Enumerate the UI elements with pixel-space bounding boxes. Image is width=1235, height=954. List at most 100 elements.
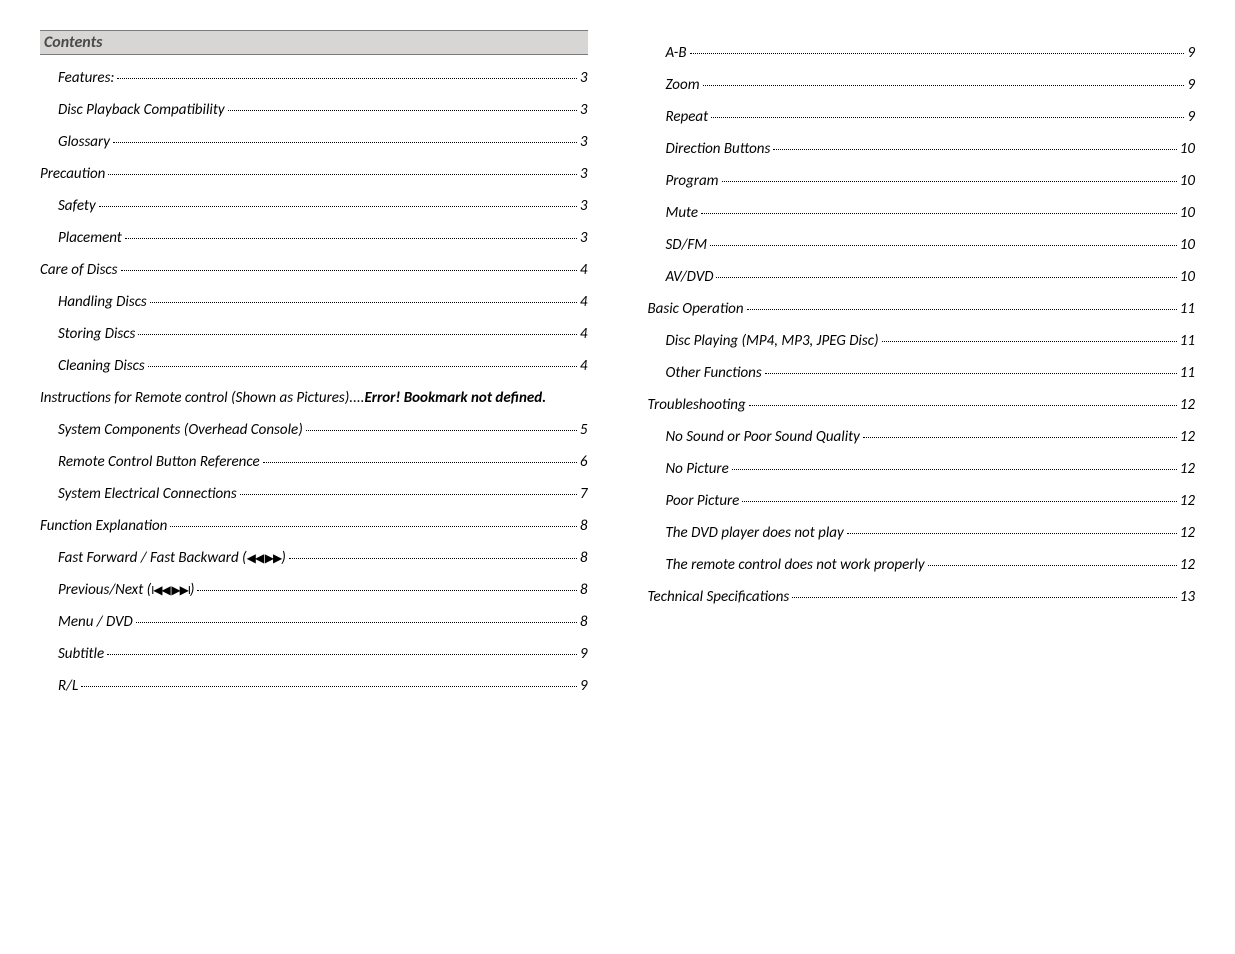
toc-title: Placement: [58, 229, 122, 247]
toc-title: Function Explanation: [40, 517, 167, 535]
toc-entry: Zoom 9: [666, 76, 1196, 94]
toc-title: Menu / DVD: [58, 613, 133, 631]
toc-leader: [148, 366, 577, 367]
toc-entry: Technical Specifications 13: [648, 588, 1196, 606]
toc-page-number: 3: [580, 133, 588, 151]
toc-entry: Menu / DVD 8: [58, 613, 588, 631]
toc-title: Subtitle: [58, 645, 104, 663]
toc-title: Mute: [666, 204, 699, 222]
toc-page-number: 9: [1187, 44, 1195, 62]
toc-entry: Basic Operation 11: [648, 300, 1196, 318]
toc-entry: Repeat 9: [666, 108, 1196, 126]
toc-title: Features:: [58, 69, 114, 87]
toc-leader: [125, 238, 577, 239]
toc-leader: [228, 110, 577, 111]
toc-title: Disc Playing (MP4, MP3, JPEG Disc): [666, 332, 879, 350]
toc-page-number: 9: [580, 645, 588, 663]
toc-title: Technical Specifications: [648, 588, 790, 606]
media-icons: ◀◀ ▶▶: [247, 551, 282, 566]
toc-title: Previous/Next (: [58, 581, 151, 599]
toc-title: A-B: [666, 44, 687, 62]
toc-title: Cleaning Discs: [58, 357, 145, 375]
toc-leader: [747, 309, 1177, 310]
toc-page-number: 12: [1180, 460, 1195, 478]
toc-entry: Glossary 3: [58, 133, 588, 151]
toc-entry: A-B 9: [666, 44, 1196, 62]
toc-entry: Previous/Next (I◀◀ ▶▶I) 8: [58, 581, 588, 599]
toc-entry: Handling Discs 4: [58, 293, 588, 311]
toc-title: Precaution: [40, 165, 105, 183]
toc-entry: System Components (Overhead Console) 5: [58, 421, 588, 439]
toc-title: Handling Discs: [58, 293, 147, 311]
toc-leader: [882, 341, 1177, 342]
toc-leader: [710, 245, 1177, 246]
toc-leader: [150, 302, 577, 303]
toc-title: Zoom: [666, 76, 700, 94]
toc-leader: [749, 405, 1177, 406]
toc-title: System Electrical Connections: [58, 485, 237, 503]
toc-page: Contents Features: 3 Disc Playback Compat…: [0, 0, 1235, 739]
toc-leader: [701, 213, 1177, 214]
toc-leader: [792, 597, 1177, 598]
toc-entry: Program 10: [666, 172, 1196, 190]
toc-page-number: 12: [1180, 556, 1195, 574]
toc-leader: [863, 437, 1177, 438]
toc-entry: Troubleshooting 12: [648, 396, 1196, 414]
toc-title: Repeat: [666, 108, 709, 126]
toc-page-number: Error! Bookmark not defined.: [364, 389, 546, 407]
toc-title: The DVD player does not play: [666, 524, 844, 542]
toc-entry: R/L 9: [58, 677, 588, 695]
toc-entry: Poor Picture 12: [666, 492, 1196, 510]
toc-page-number: 3: [580, 229, 588, 247]
toc-title: Program: [666, 172, 719, 190]
toc-entry: No Picture 12: [666, 460, 1196, 478]
toc-page-number: 12: [1180, 492, 1195, 510]
toc-page-number: 3: [580, 101, 588, 119]
toc-page-number: 11: [1180, 364, 1195, 382]
toc-title: Fast Forward / Fast Backward (: [58, 549, 247, 567]
toc-entry: System Electrical Connections 7: [58, 485, 588, 503]
toc-title: No Sound or Poor Sound Quality: [666, 428, 860, 446]
toc-title: Instructions for Remote control (Shown a…: [40, 389, 349, 407]
toc-page-number: 12: [1180, 524, 1195, 542]
toc-leader: [138, 334, 577, 335]
toc-leader: [197, 590, 576, 591]
left-column: Contents Features: 3 Disc Playback Compat…: [40, 30, 588, 709]
toc-page-number: 10: [1180, 172, 1195, 190]
toc-entry: Fast Forward / Fast Backward (◀◀ ▶▶) 8: [58, 549, 588, 567]
toc-entry: Direction Buttons 10: [666, 140, 1196, 158]
toc-leader: [263, 462, 577, 463]
toc-entry: Features: 3: [58, 69, 588, 87]
toc-title: Other Functions: [666, 364, 762, 382]
toc-page-number: 8: [580, 613, 588, 631]
toc-page-number: 3: [580, 197, 588, 215]
toc-page-number: 9: [1187, 76, 1195, 94]
toc-leader: [136, 622, 577, 623]
toc-title: Disc Playback Compatibility: [58, 101, 225, 119]
toc-leader: [722, 181, 1177, 182]
toc-leader: [306, 430, 577, 431]
toc-page-number: 4: [580, 261, 588, 279]
toc-entry: Care of Discs 4: [40, 261, 588, 279]
toc-leader: [711, 117, 1184, 118]
toc-page-number: 12: [1180, 428, 1195, 446]
toc-entry: AV/DVD 10: [666, 268, 1196, 286]
toc-page-number: 5: [580, 421, 588, 439]
toc-title-suffix: ): [190, 581, 195, 599]
toc-page-number: 9: [1187, 108, 1195, 126]
toc-leader: [289, 558, 577, 559]
toc-page-number: 12: [1180, 396, 1195, 414]
toc-page-number: 10: [1180, 204, 1195, 222]
toc-leader: [690, 53, 1185, 54]
toc-title: AV/DVD: [666, 268, 714, 286]
toc-page-number: 7: [580, 485, 588, 503]
toc-page-number: 10: [1180, 140, 1195, 158]
toc-title: SD/FM: [666, 236, 708, 254]
toc-entry: Safety 3: [58, 197, 588, 215]
toc-leader: [121, 270, 577, 271]
toc-title: Remote Control Button Reference: [58, 453, 260, 471]
toc-title: Storing Discs: [58, 325, 135, 343]
contents-header: Contents: [40, 30, 588, 55]
toc-title: Basic Operation: [648, 300, 744, 318]
toc-entry: Remote Control Button Reference 6: [58, 453, 588, 471]
